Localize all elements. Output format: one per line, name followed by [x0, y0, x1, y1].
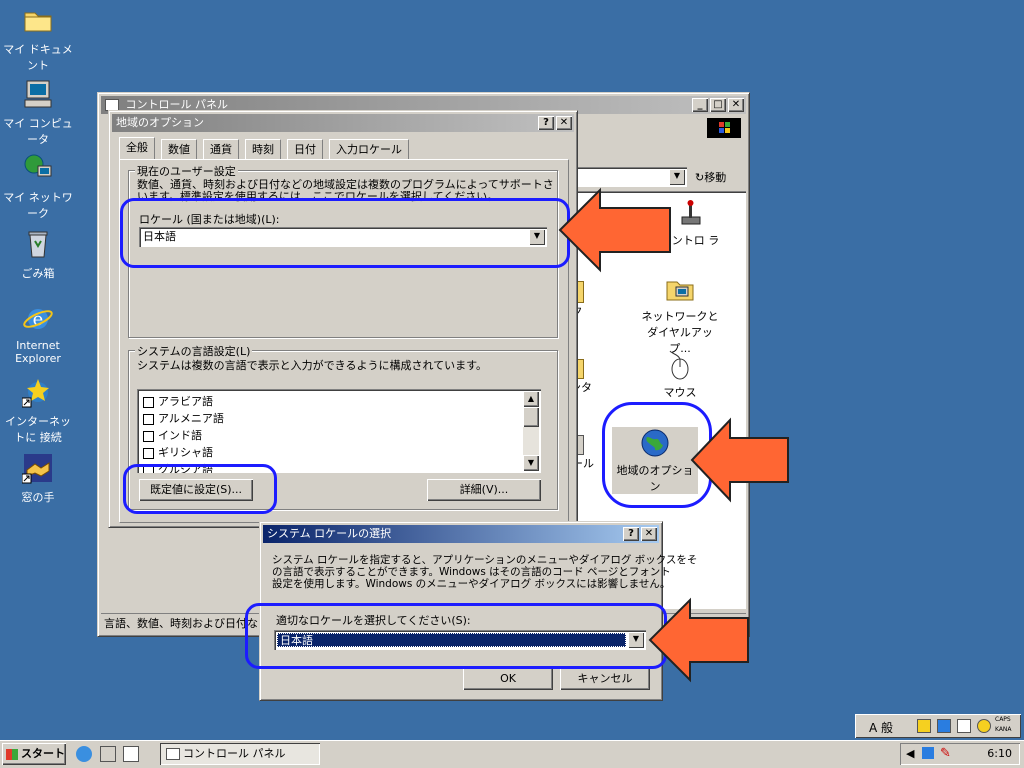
clock: 6:10: [987, 747, 1012, 760]
tab-general[interactable]: 全般: [119, 137, 155, 159]
ime-help-icon[interactable]: [977, 719, 991, 733]
ie-quicklaunch-icon[interactable]: [76, 746, 92, 762]
volume-icon[interactable]: ◀: [906, 747, 914, 760]
desktop-quicklaunch-icon[interactable]: [123, 746, 139, 762]
ime-mode[interactable]: A 般: [869, 719, 893, 736]
arrow-to-syslocale-dropdown: [648, 597, 749, 683]
ime-language-bar[interactable]: A 般 CAPS KANA: [855, 714, 1021, 738]
ime-pad-icon[interactable]: [917, 719, 931, 733]
arrow-to-locale-dropdown: [558, 187, 671, 273]
caps-indicator: CAPS: [995, 716, 1011, 723]
taskbar-task-control-panel[interactable]: コントロール パネル: [160, 743, 320, 765]
start-label: スタート: [21, 747, 65, 760]
quicklaunch: [76, 746, 139, 764]
outlook-quicklaunch-icon[interactable]: [99, 746, 116, 762]
kana-indicator: KANA: [995, 726, 1012, 733]
pen-tray-icon[interactable]: ✎: [940, 746, 951, 761]
start-button[interactable]: スタート: [2, 743, 66, 765]
annotation-arrows: [558, 187, 789, 683]
ime-tool-icon[interactable]: [937, 719, 951, 733]
system-tray: ◀ ✎ 6:10: [900, 743, 1020, 765]
arrow-to-regional-icon: [690, 417, 789, 503]
ime-dictionary-icon[interactable]: [957, 719, 971, 733]
network-tray-icon[interactable]: [922, 747, 934, 759]
control-panel-small-icon: [166, 748, 180, 760]
task-label: コントロール パネル: [183, 747, 286, 760]
taskbar: スタート コントロール パネル ◀ ✎ 6:10: [0, 740, 1024, 768]
windows-flag-icon: [6, 748, 18, 760]
